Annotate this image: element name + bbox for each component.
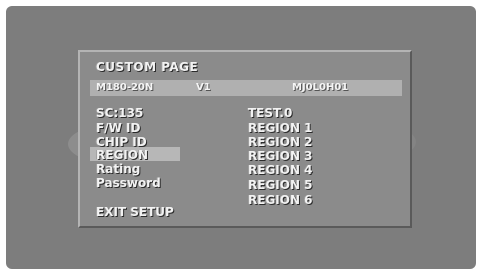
menu-item-fw-id[interactable]: F/W ID <box>96 122 140 134</box>
value-header: TEST.0 <box>248 106 293 120</box>
exit-setup-button[interactable]: EXIT SETUP <box>96 206 174 218</box>
region-option[interactable]: REGION 3 <box>248 150 313 162</box>
region-option[interactable]: REGION 5 <box>248 179 313 191</box>
page-title: CUSTOM PAGE <box>96 60 199 74</box>
region-option[interactable]: REGION 6 <box>248 194 313 206</box>
menu-header: SC:135 <box>96 106 144 120</box>
region-option[interactable]: REGION 2 <box>248 136 313 148</box>
menu-item-rating[interactable]: Rating <box>96 163 140 175</box>
menu-item-region[interactable]: REGION <box>96 149 148 161</box>
region-option[interactable]: REGION 4 <box>248 164 313 176</box>
region-option[interactable]: REGION 1 <box>248 122 313 134</box>
menu-item-password[interactable]: Password <box>96 177 161 189</box>
info-version: V1 <box>196 82 211 93</box>
menu-item-chip-id[interactable]: CHIP ID <box>96 136 147 148</box>
info-code: MJ0L0H01 <box>292 82 349 93</box>
info-model: M180-20N <box>96 82 154 93</box>
